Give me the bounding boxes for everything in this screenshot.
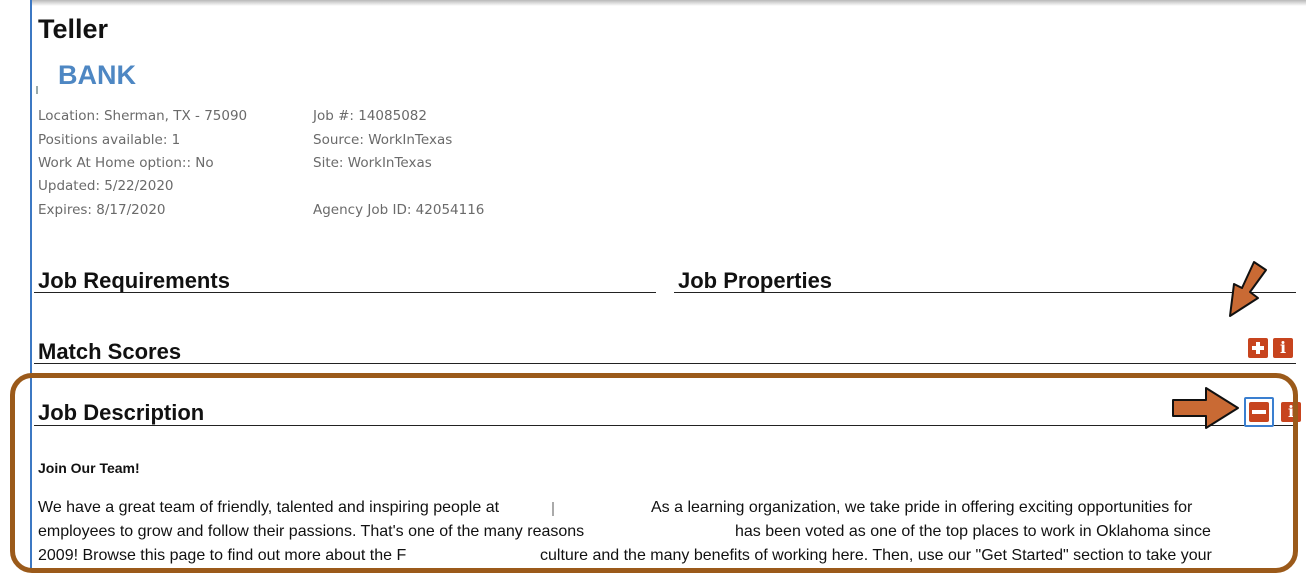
requirements-divider bbox=[34, 292, 656, 293]
company-logo-mark bbox=[36, 86, 38, 94]
match-scores-divider bbox=[34, 363, 1296, 364]
job-requirements-heading: Job Requirements bbox=[38, 268, 230, 293]
expand-match-scores-button[interactable] bbox=[1248, 338, 1268, 358]
job-properties-heading: Job Properties bbox=[678, 268, 833, 293]
description-highlight-box bbox=[10, 373, 1298, 573]
properties-divider bbox=[674, 292, 1296, 293]
match-scores-info-icon[interactable]: i bbox=[1273, 338, 1293, 358]
expires-date: Expires: 8/17/2020 bbox=[38, 202, 166, 218]
job-title: Teller bbox=[38, 14, 109, 44]
agency-job-id: Agency Job ID: 42054116 bbox=[313, 202, 485, 218]
job-source: Source: WorkInTexas bbox=[313, 132, 453, 148]
positions-available: Positions available: 1 bbox=[38, 132, 181, 148]
match-scores-heading: Match Scores bbox=[38, 339, 182, 364]
callout-arrow-down bbox=[1229, 261, 1267, 317]
updated-date: Updated: 5/22/2020 bbox=[38, 178, 174, 194]
location: Location: Sherman, TX - 75090 bbox=[38, 108, 248, 124]
work-at-home: Work At Home option:: No bbox=[38, 155, 214, 171]
job-number: Job #: 14085082 bbox=[313, 108, 427, 124]
company-name: BANK bbox=[58, 60, 136, 90]
top-shadow bbox=[30, 0, 1306, 6]
job-site: Site: WorkInTexas bbox=[313, 155, 432, 171]
